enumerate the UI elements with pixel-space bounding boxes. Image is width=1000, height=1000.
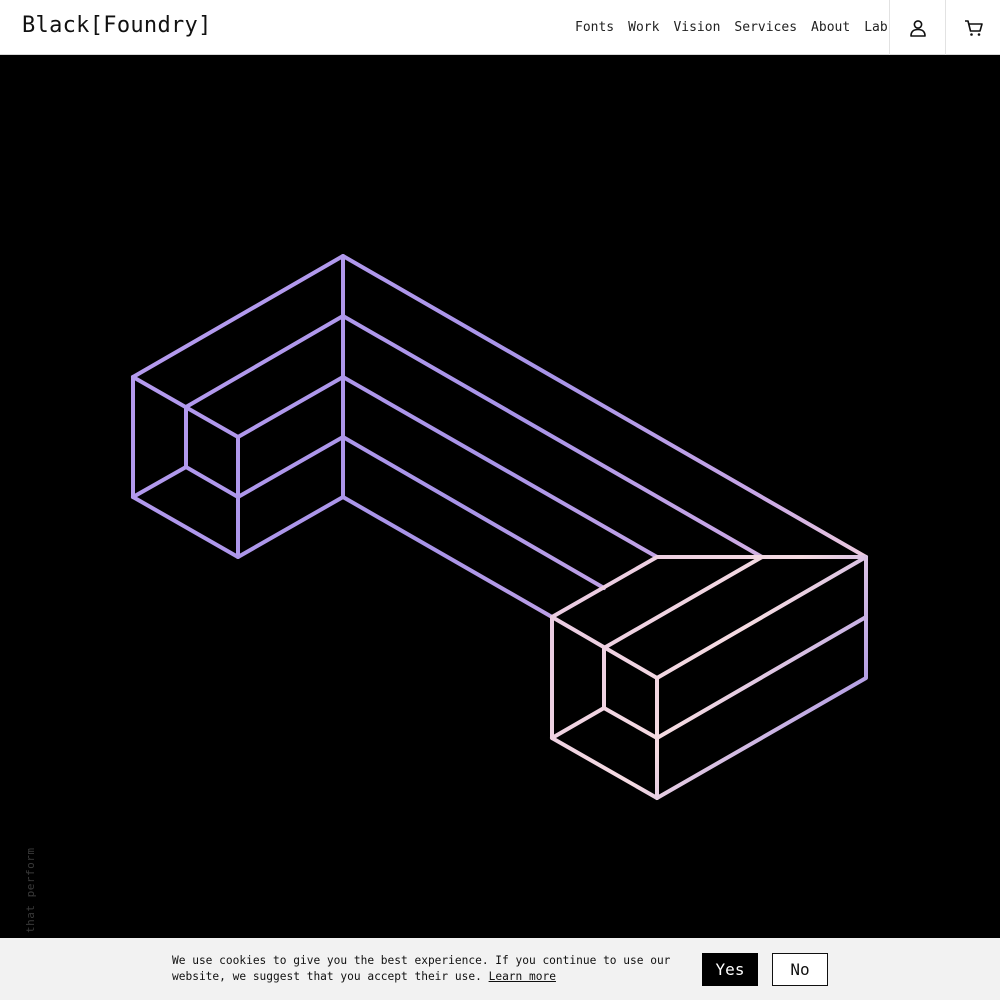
nav-item-work[interactable]: Work	[621, 20, 666, 35]
accept-cookies-button[interactable]: Yes	[702, 953, 758, 986]
nav-item-fonts[interactable]: Fonts	[568, 20, 621, 35]
decline-cookies-button[interactable]: No	[772, 953, 828, 986]
isometric-bracket-illustration	[131, 254, 868, 800]
learn-more-link[interactable]: Learn more	[489, 970, 556, 983]
hero-section: that perform	[0, 55, 1000, 938]
cookie-message: We use cookies to give you the best expe…	[172, 953, 672, 985]
vertical-tagline: that perform	[24, 847, 37, 933]
account-button[interactable]	[889, 0, 945, 55]
nav-item-vision[interactable]: Vision	[666, 20, 727, 35]
cookie-text: We use cookies to give you the best expe…	[172, 954, 671, 983]
nav-item-about[interactable]: About	[804, 20, 857, 35]
nav-item-services[interactable]: Services	[727, 20, 804, 35]
logo[interactable]: Black[Foundry]	[22, 13, 212, 38]
cart-icon	[964, 19, 983, 36]
site-header: Black[Foundry] Fonts Work Vision Service…	[0, 0, 1000, 55]
main-nav: Fonts Work Vision Services About Lab	[568, 0, 895, 55]
cart-button[interactable]	[945, 0, 1000, 55]
cookie-banner: We use cookies to give you the best expe…	[0, 938, 1000, 1000]
user-icon	[909, 19, 926, 37]
